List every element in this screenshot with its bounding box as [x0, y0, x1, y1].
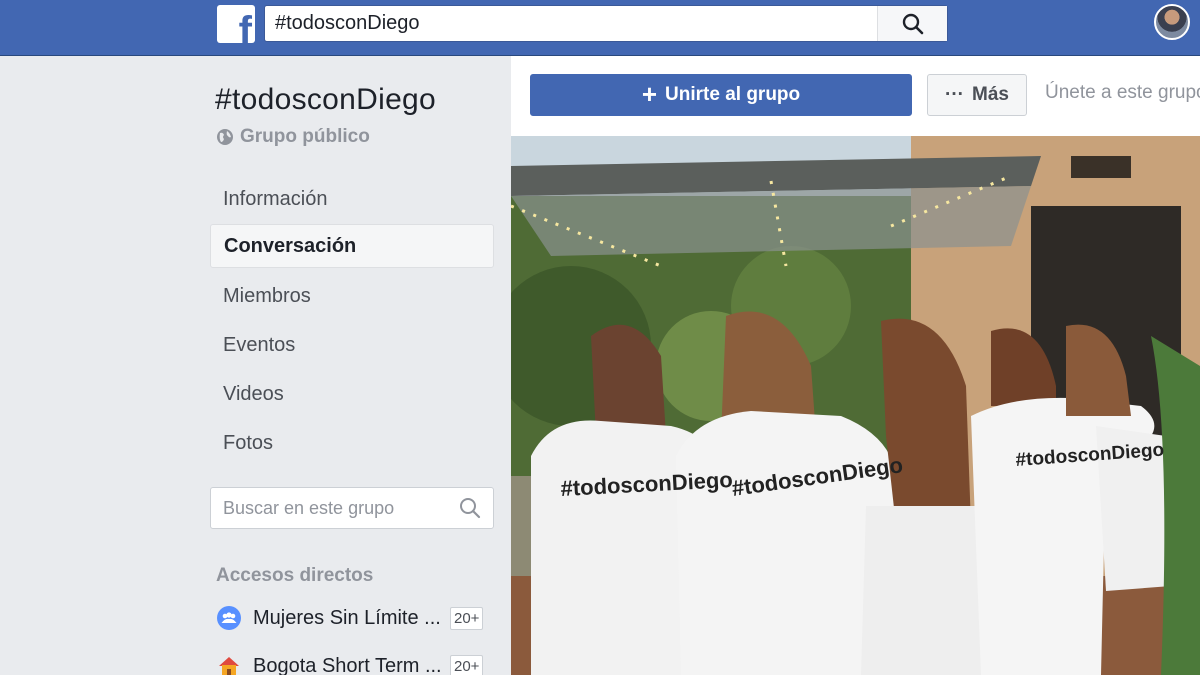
nav-item-informacion[interactable]: Información [210, 177, 494, 221]
facebook-logo[interactable]: f [217, 5, 255, 43]
group-privacy-label: Grupo público [240, 126, 370, 147]
house-icon [216, 653, 242, 675]
globe-icon [217, 129, 233, 145]
more-button[interactable]: ··· Más [927, 74, 1027, 116]
join-group-label: Unirte al grupo [665, 84, 801, 105]
shortcut-label: Mujeres Sin Límite ... [253, 606, 441, 629]
join-hint-text: Únete a este grupo [1045, 82, 1200, 103]
cover-photo[interactable]: #todosconDiego #todosconDiego #todosconD… [511, 136, 1200, 675]
group-search-box [210, 487, 494, 529]
search-icon[interactable] [459, 497, 481, 519]
global-search-box [264, 5, 948, 42]
top-navigation-bar: f [0, 0, 1200, 56]
user-avatar[interactable] [1154, 4, 1190, 40]
group-title[interactable]: #todosconDiego [215, 83, 436, 117]
shortcuts-heading: Accesos directos [216, 565, 374, 586]
nav-item-label: Conversación [224, 234, 357, 257]
nav-item-miembros[interactable]: Miembros [210, 274, 494, 318]
shortcut-count-badge: 20+ [450, 654, 484, 675]
plus-icon: + [641, 78, 658, 109]
nav-item-fotos[interactable]: Fotos [210, 421, 494, 465]
pergola-roof [511, 186, 1031, 256]
more-dots-icon: ··· [945, 84, 964, 105]
shortcut-item-mujeres-sin-limite[interactable]: Mujeres Sin Límite ... 20+ [216, 603, 491, 633]
search-button[interactable] [877, 6, 947, 41]
cover-photo-illustration: #todosconDiego #todosconDiego #todosconD… [511, 136, 1200, 675]
nav-item-videos[interactable]: Videos [210, 372, 494, 416]
nav-item-label: Fotos [223, 431, 274, 454]
shortcut-label: Bogota Short Term ... [253, 654, 442, 675]
group-privacy: Grupo público [216, 126, 370, 148]
nav-item-label: Eventos [223, 333, 296, 356]
shop-sign [1071, 156, 1131, 178]
more-label: Más [972, 84, 1009, 105]
global-search-input[interactable] [265, 6, 877, 41]
facebook-logo-glyph: f [238, 9, 252, 43]
nav-item-conversacion[interactable]: Conversación [210, 224, 494, 268]
nav-item-label: Miembros [223, 284, 311, 307]
nav-item-label: Información [223, 187, 328, 210]
group-search-input[interactable] [211, 488, 451, 528]
shortcut-item-bogota-short-term[interactable]: Bogota Short Term ... 20+ [216, 651, 491, 675]
nav-item-eventos[interactable]: Eventos [210, 323, 494, 367]
shortcut-count-badge: 20+ [450, 606, 484, 630]
join-group-button[interactable]: + Unirte al grupo [530, 74, 912, 116]
group-icon [216, 605, 242, 631]
nav-item-label: Videos [223, 382, 284, 405]
search-icon [902, 13, 923, 34]
